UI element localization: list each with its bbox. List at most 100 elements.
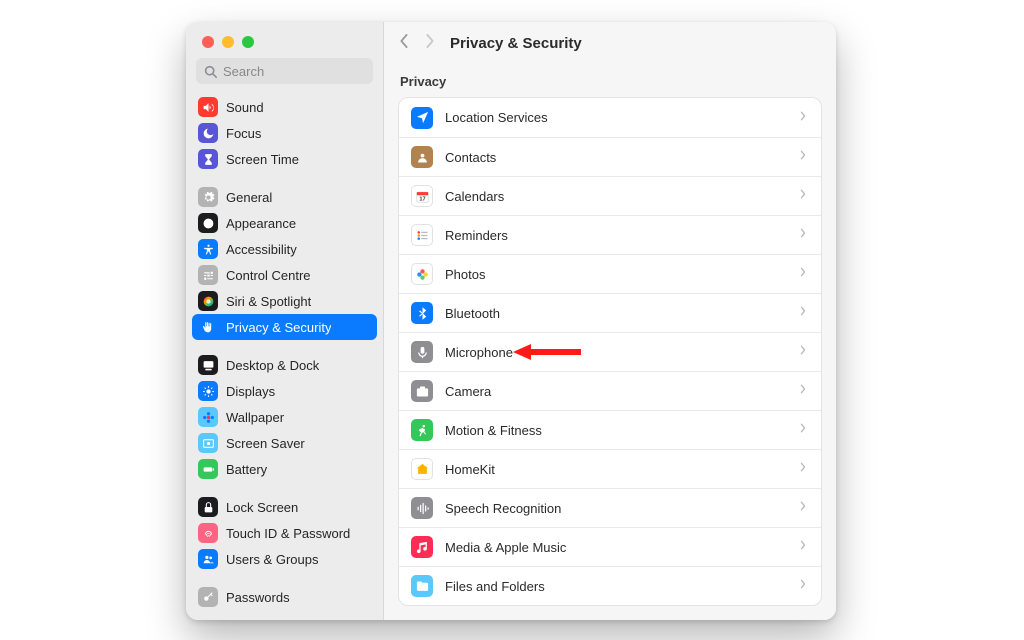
sidebar-item-passwords[interactable]: Passwords [192,584,377,610]
lock-icon [198,497,218,517]
system-settings-window: Search Sound Focus Screen Time General A… [186,22,836,620]
window-controls [186,22,383,58]
chevron-right-icon [797,148,809,166]
annotation-arrow-icon [511,342,583,362]
sidebar-item-label: Lock Screen [226,500,298,515]
chevron-right-icon [797,577,809,595]
sidebar-item-label: Touch ID & Password [226,526,350,541]
chevron-right-icon [797,187,809,205]
music-icon [411,536,433,558]
sidebar-item-label: Focus [226,126,261,141]
sidebar-item-touch-id-password[interactable]: Touch ID & Password [192,520,377,546]
privacy-row-motion-fitness[interactable]: Motion & Fitness [399,410,821,449]
chevron-right-icon [797,538,809,556]
privacy-row-media-apple-music[interactable]: Media & Apple Music [399,527,821,566]
privacy-row-speech-recognition[interactable]: Speech Recognition [399,488,821,527]
sidebar: Search Sound Focus Screen Time General A… [186,22,384,620]
forward-button[interactable] [424,34,436,53]
wave-icon [411,497,433,519]
sidebar-item-accessibility[interactable]: Accessibility [192,236,377,262]
privacy-row-photos[interactable]: Photos [399,254,821,293]
sidebar-item-screen-time[interactable]: Screen Time [192,146,377,172]
close-window-button[interactable] [202,36,214,48]
photos-icon [411,263,433,285]
users-icon [198,549,218,569]
sidebar-item-label: Wallpaper [226,410,284,425]
search-placeholder: Search [223,64,264,79]
section-header-privacy: Privacy [398,64,822,97]
contacts-icon [411,146,433,168]
sidebar-item-desktop-dock[interactable]: Desktop & Dock [192,352,377,378]
privacy-row-microphone[interactable]: Microphone [399,332,821,371]
chevron-right-icon [797,304,809,322]
sliders-icon [198,265,218,285]
chevron-right-icon [797,109,809,127]
privacy-row-bluetooth[interactable]: Bluetooth [399,293,821,332]
reminders-icon [411,224,433,246]
privacy-row-calendars[interactable]: Calendars [399,176,821,215]
page-title: Privacy & Security [450,35,582,52]
sidebar-item-displays[interactable]: Displays [192,378,377,404]
privacy-row-label: Microphone [445,345,513,360]
sidebar-item-label: Siri & Spotlight [226,294,311,309]
calendar-icon [411,185,433,207]
privacy-row-homekit[interactable]: HomeKit [399,449,821,488]
hand-icon [198,317,218,337]
sidebar-item-battery[interactable]: Battery [192,456,377,482]
sidebar-item-label: Accessibility [226,242,297,257]
chevron-right-icon [797,343,809,361]
chevron-right-icon [797,265,809,283]
sidebar-item-wallpaper[interactable]: Wallpaper [192,404,377,430]
sidebar-item-sound[interactable]: Sound [192,94,377,120]
sidebar-item-label: Users & Groups [226,552,318,567]
sidebar-item-privacy-security[interactable]: Privacy & Security [192,314,377,340]
privacy-row-contacts[interactable]: Contacts [399,137,821,176]
privacy-row-location-services[interactable]: Location Services [399,98,821,137]
privacy-row-label: Calendars [445,189,504,204]
privacy-row-label: Speech Recognition [445,501,561,516]
hourglass-icon [198,149,218,169]
privacy-row-label: Bluetooth [445,306,500,321]
bluetooth-icon [411,302,433,324]
minimize-window-button[interactable] [222,36,234,48]
sidebar-item-label: Screen Saver [226,436,305,451]
sidebar-item-label: Battery [226,462,267,477]
sidebar-item-label: Screen Time [226,152,299,167]
sidebar-item-lock-screen[interactable]: Lock Screen [192,494,377,520]
sidebar-item-appearance[interactable]: Appearance [192,210,377,236]
search-input[interactable]: Search [196,58,373,84]
appearance-icon [198,213,218,233]
search-icon [204,65,217,78]
privacy-row-camera[interactable]: Camera [399,371,821,410]
privacy-row-label: Photos [445,267,485,282]
sidebar-item-label: Displays [226,384,275,399]
privacy-row-label: HomeKit [445,462,495,477]
location-icon [411,107,433,129]
chevron-right-icon [797,226,809,244]
sidebar-item-siri-spotlight[interactable]: Siri & Spotlight [192,288,377,314]
camera-icon [411,380,433,402]
mic-icon [411,341,433,363]
sidebar-item-label: Appearance [226,216,296,231]
finger-icon [198,523,218,543]
zoom-window-button[interactable] [242,36,254,48]
privacy-row-label: Contacts [445,150,496,165]
sidebar-item-screen-saver[interactable]: Screen Saver [192,430,377,456]
flower-icon [198,407,218,427]
sidebar-item-users-groups[interactable]: Users & Groups [192,546,377,572]
sidebar-item-control-centre[interactable]: Control Centre [192,262,377,288]
dock-icon [198,355,218,375]
sidebar-item-general[interactable]: General [192,184,377,210]
sidebar-item-label: Desktop & Dock [226,358,319,373]
privacy-row-files-and-folders[interactable]: Files and Folders [399,566,821,605]
sidebar-item-focus[interactable]: Focus [192,120,377,146]
back-button[interactable] [398,34,410,53]
frame-icon [198,433,218,453]
folder-icon [411,575,433,597]
privacy-list: Location Services Contacts Calendars Rem… [398,97,822,606]
home-icon [411,458,433,480]
chevron-right-icon [797,499,809,517]
sound-icon [198,97,218,117]
sidebar-item-label: Control Centre [226,268,311,283]
privacy-row-reminders[interactable]: Reminders [399,215,821,254]
